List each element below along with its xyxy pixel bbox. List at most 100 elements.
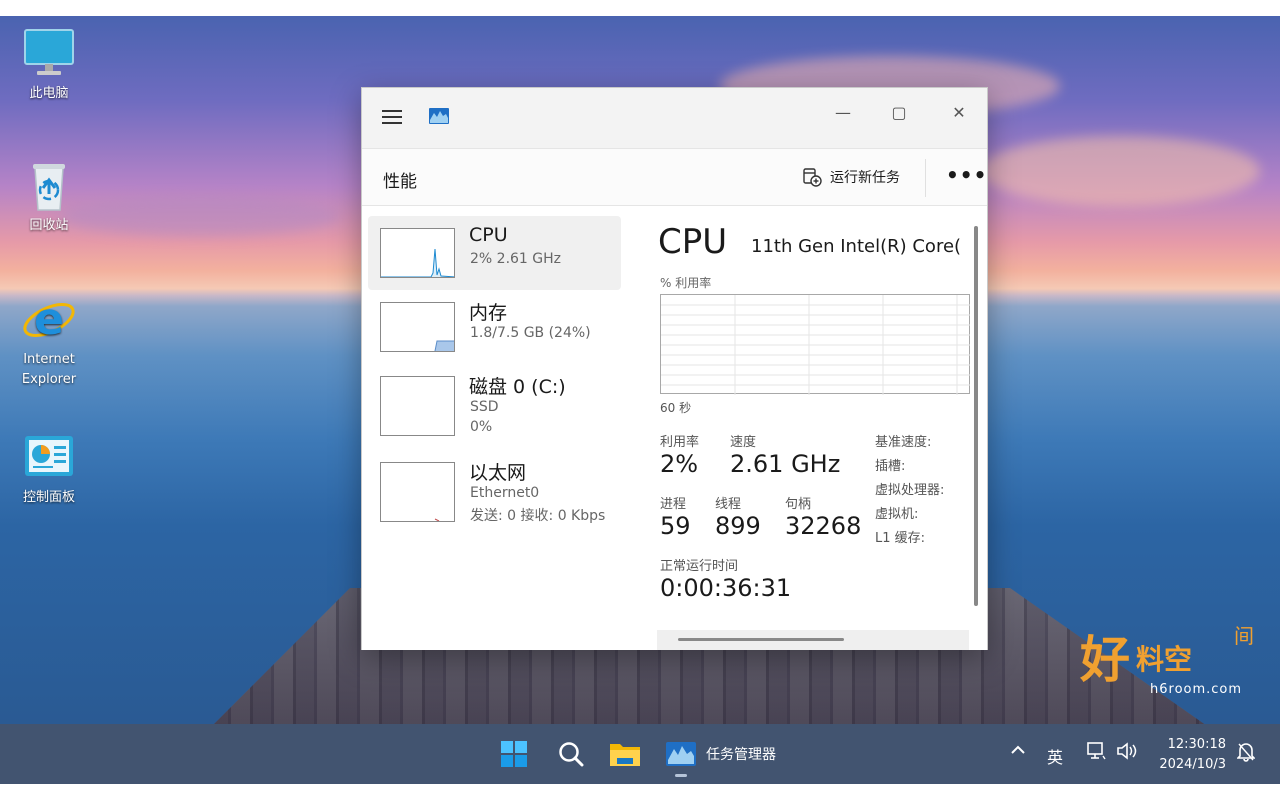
wallpaper-cloud bbox=[980, 136, 1260, 206]
spec-label: 虚拟机: bbox=[875, 507, 919, 522]
sidebar-item-subtitle: 2% 2.61 GHz bbox=[470, 251, 562, 267]
desktop-icon-internet-explorer[interactable]: e Internet Explorer bbox=[11, 292, 87, 390]
input-method-indicator[interactable]: 英 bbox=[1047, 744, 1063, 768]
utilization-axis-label: % 利用率 bbox=[660, 276, 712, 290]
utilization-value: 2% bbox=[660, 450, 699, 478]
threads-value: 899 bbox=[715, 512, 761, 540]
taskbar-clock[interactable]: 12:30:18 2024/10/3 bbox=[1150, 735, 1226, 775]
clock-time: 12:30:18 bbox=[1167, 737, 1226, 752]
hamburger-line bbox=[382, 110, 402, 112]
minimize-button[interactable]: — bbox=[820, 94, 866, 130]
volume-icon[interactable] bbox=[1116, 742, 1138, 764]
utilization-label: 利用率 bbox=[660, 435, 700, 450]
hamburger-line bbox=[382, 116, 402, 118]
title-bar[interactable]: — ▢ ✕ bbox=[362, 88, 987, 148]
sidebar-item-subtitle: SSD bbox=[470, 399, 499, 415]
task-manager-icon bbox=[666, 742, 696, 766]
start-button[interactable] bbox=[494, 734, 534, 774]
cpu-utilization-graph bbox=[660, 294, 970, 395]
spec-label: 插槽: bbox=[875, 459, 906, 474]
hamburger-line bbox=[382, 122, 402, 124]
folder-icon bbox=[610, 744, 640, 766]
desktop-icon-recycle-bin[interactable]: 回收站 bbox=[11, 158, 87, 236]
header-separator bbox=[925, 159, 926, 197]
spec-label: 虚拟处理器: bbox=[875, 483, 945, 498]
cpu-graph-grid bbox=[661, 295, 970, 395]
active-app-indicator bbox=[675, 774, 687, 777]
sidebar-item-subtitle: 0% bbox=[470, 419, 493, 435]
file-explorer-button[interactable] bbox=[605, 734, 645, 774]
sidebar-item-cpu[interactable]: CPU 2% 2.61 GHz bbox=[368, 216, 621, 290]
new-task-icon bbox=[803, 168, 822, 187]
cpu-heading: CPU bbox=[658, 222, 728, 262]
cpu-detail-panel: CPU 11th Gen Intel(R) Core( % 利用率 60 秒 利… bbox=[650, 206, 970, 650]
sidebar-item-memory[interactable]: 内存 1.8/7.5 GB (24%) bbox=[368, 290, 621, 364]
screen-bottom-border bbox=[0, 784, 1280, 800]
watermark-url: h6room.com bbox=[1150, 682, 1243, 697]
performance-content: CPU 2% 2.61 GHz 内存 1.8/7.5 GB (24%) 磁盘 0… bbox=[362, 206, 987, 650]
notification-bell-icon[interactable] bbox=[1236, 742, 1256, 766]
page-title: 性能 bbox=[383, 172, 417, 192]
page-header: 性能 运行新任务 ••• bbox=[362, 148, 987, 206]
horizontal-scrollbar-thumb[interactable] bbox=[678, 638, 844, 641]
show-hidden-icons-chevron-up-icon[interactable] bbox=[1010, 742, 1026, 762]
run-new-task-button[interactable]: 运行新任务 bbox=[802, 167, 900, 187]
maximize-button[interactable]: ▢ bbox=[876, 94, 922, 130]
cpu-thumbnail-graph bbox=[380, 228, 455, 278]
close-button[interactable]: ✕ bbox=[936, 94, 982, 130]
processes-label: 进程 bbox=[660, 497, 687, 512]
speed-label: 速度 bbox=[730, 435, 757, 450]
desktop-icon-this-pc[interactable]: 此电脑 bbox=[11, 26, 87, 104]
svg-text:e: e bbox=[34, 294, 64, 345]
sidebar-item-subtitle: 1.8/7.5 GB (24%) bbox=[470, 325, 591, 341]
network-icon[interactable] bbox=[1086, 742, 1106, 764]
clock-date: 2024/10/3 bbox=[1159, 757, 1226, 772]
threads-label: 线程 bbox=[715, 497, 742, 512]
sidebar-item-subtitle: Ethernet0 bbox=[470, 485, 540, 501]
processes-value: 59 bbox=[660, 512, 691, 540]
taskbar-task-manager[interactable]: 任务管理器 bbox=[660, 732, 782, 776]
sidebar-item-subtitle: 发送: 0 接收: 0 Kbps bbox=[470, 508, 606, 524]
task-manager-window: — ▢ ✕ 性能 运行新任务 ••• CPU 2% 2.61 GHz 内存 1.… bbox=[361, 87, 988, 650]
windows-logo-icon bbox=[501, 741, 527, 767]
sidebar-item-title: CPU bbox=[469, 224, 508, 246]
sidebar-item-title: 以太网 bbox=[469, 462, 527, 484]
spec-label: 基准速度: bbox=[875, 435, 932, 450]
handles-value: 32268 bbox=[785, 512, 862, 540]
cpu-model-name: 11th Gen Intel(R) Core( bbox=[751, 236, 962, 257]
search-icon bbox=[559, 742, 584, 767]
spec-label: L1 缓存: bbox=[875, 531, 926, 546]
recycle-bin-icon bbox=[21, 158, 77, 214]
taskbar: 任务管理器 英 12:30:18 2024/10/3 bbox=[0, 724, 1280, 784]
time-span-label: 60 秒 bbox=[660, 401, 692, 415]
uptime-value: 0:00:36:31 bbox=[660, 574, 792, 602]
monitor-icon bbox=[21, 26, 77, 82]
search-button[interactable] bbox=[551, 734, 591, 774]
run-new-task-label: 运行新任务 bbox=[830, 170, 900, 186]
memory-thumbnail-graph bbox=[380, 302, 455, 352]
screen-top-border bbox=[0, 0, 1280, 16]
sidebar-item-title: 磁盘 0 (C:) bbox=[469, 376, 566, 398]
internet-explorer-icon: e bbox=[21, 292, 77, 348]
wallpaper-cloud bbox=[60, 196, 340, 236]
taskbar-app-label: 任务管理器 bbox=[706, 747, 776, 763]
desktop-icon-label: Internet Explorer bbox=[21, 352, 77, 387]
uptime-label: 正常运行时间 bbox=[660, 559, 739, 574]
ethernet-thumbnail-graph bbox=[380, 462, 455, 522]
more-options-button[interactable]: ••• bbox=[946, 163, 987, 187]
sidebar-item-title: 内存 bbox=[469, 302, 508, 324]
desktop-icon-label: 此电脑 bbox=[29, 86, 69, 101]
watermark-logo: 好 料空 间 h6room.com bbox=[1078, 620, 1258, 700]
desktop-icon-control-panel[interactable]: 控制面板 bbox=[11, 430, 87, 508]
hamburger-menu-button[interactable] bbox=[382, 110, 402, 124]
vertical-scrollbar[interactable] bbox=[974, 226, 978, 606]
watermark-char: 好 bbox=[1080, 630, 1130, 689]
desktop-icon-label: 控制面板 bbox=[22, 490, 75, 505]
sidebar-item-ethernet[interactable]: 以太网 Ethernet0 发送: 0 接收: 0 Kbps bbox=[368, 450, 621, 536]
desktop-icon-label: 回收站 bbox=[29, 218, 69, 233]
task-manager-app-icon bbox=[429, 108, 449, 124]
disk-thumbnail-graph bbox=[380, 376, 455, 436]
sidebar-item-disk[interactable]: 磁盘 0 (C:) SSD 0% bbox=[368, 364, 621, 450]
control-panel-icon bbox=[21, 430, 77, 486]
handles-label: 句柄 bbox=[785, 497, 812, 512]
